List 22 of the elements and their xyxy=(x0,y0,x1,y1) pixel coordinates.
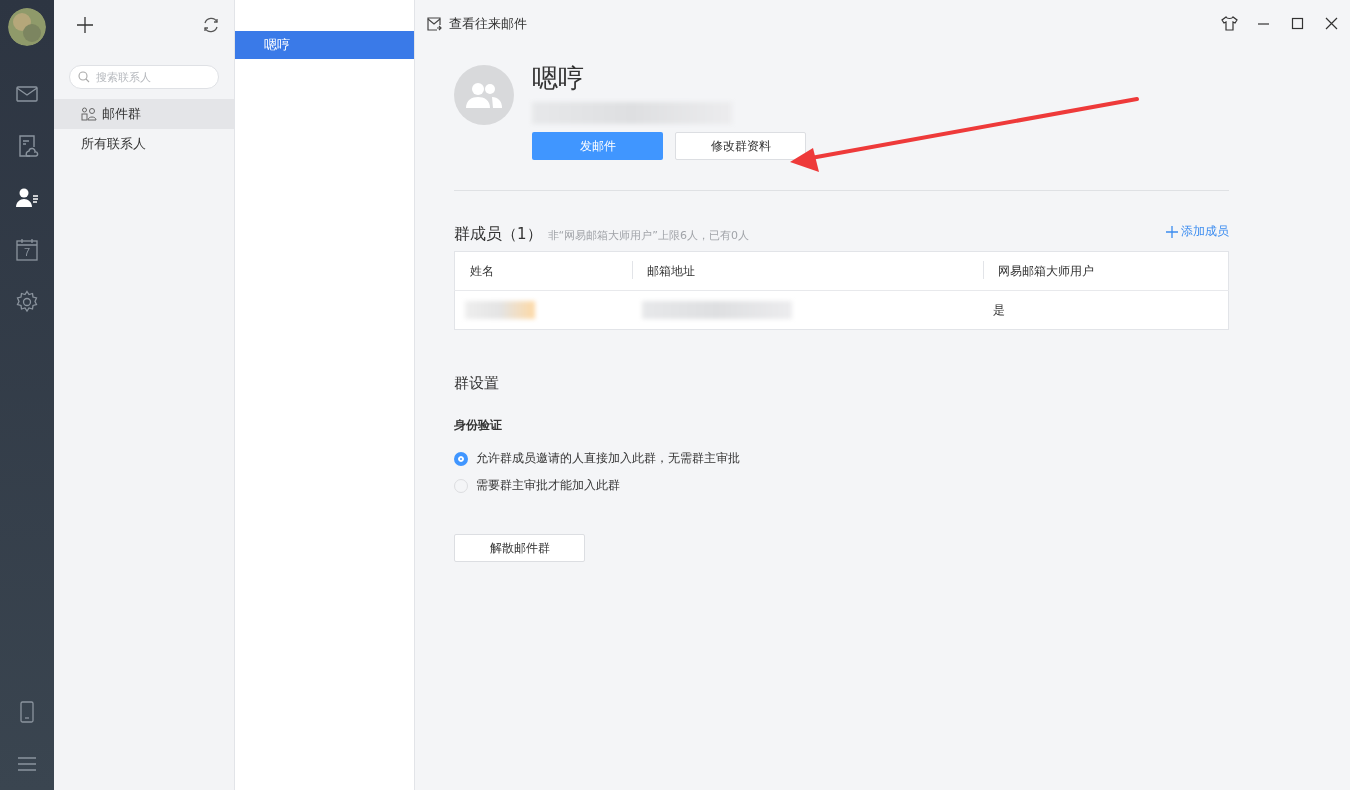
group-list-item[interactable]: 嗯哼 xyxy=(235,31,414,59)
group-name: 嗯哼 xyxy=(532,62,585,95)
search-input[interactable]: 搜索联系人 xyxy=(94,69,208,85)
edit-group-button[interactable]: 修改群资料 xyxy=(675,132,806,160)
section-title: 群设置 xyxy=(454,374,500,393)
toolbar-title[interactable]: 查看往来邮件 xyxy=(449,15,527,33)
member-limit-note: 非“网易邮箱大师用户”上限6人，已有0人 xyxy=(547,227,749,243)
column-header: 邮箱地址 xyxy=(632,251,984,291)
calendar-nav-button[interactable]: 7 xyxy=(0,224,54,276)
calendar-icon: 7 xyxy=(15,238,39,262)
table-cell: 是 xyxy=(993,302,1006,317)
section-title: 群成员 xyxy=(454,223,502,245)
radio-label[interactable]: 需要群主审批才能加入此群 xyxy=(476,477,620,494)
disband-group-button[interactable]: 解散邮件群 xyxy=(454,534,585,562)
column-header: 网易邮箱大师用户 xyxy=(983,251,1229,291)
subsection-title: 身份验证 xyxy=(454,417,503,434)
search-box[interactable]: 搜索联系人 xyxy=(69,65,219,89)
member-count: （1） xyxy=(502,224,542,244)
radio-label[interactable]: 允许群成员邀请的人直接加入此群，无需群主审批 xyxy=(476,450,740,467)
contact-group-item[interactable]: 所有联系人 xyxy=(54,129,234,159)
column-header: 姓名 xyxy=(454,251,633,291)
contact-group-item[interactable]: 邮件群 xyxy=(54,99,234,129)
